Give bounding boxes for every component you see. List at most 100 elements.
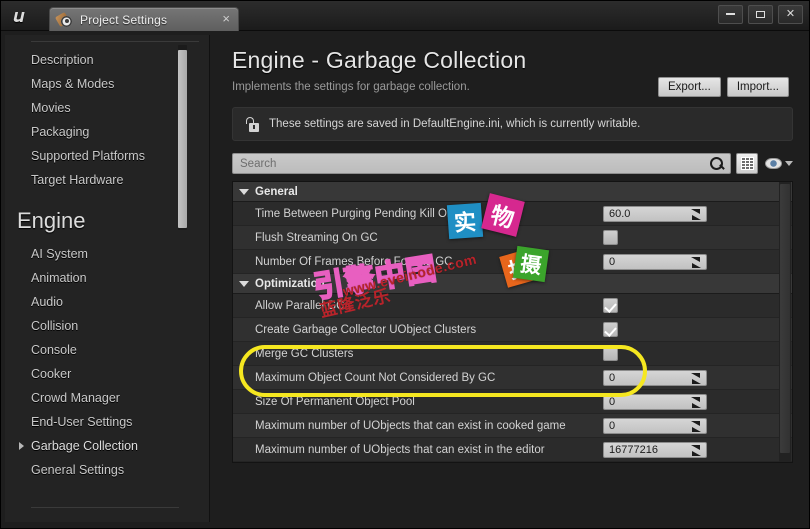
number-input[interactable]: 0	[603, 393, 707, 410]
sidebar-item-movies[interactable]: Movies	[31, 96, 201, 120]
search-input[interactable]	[233, 157, 709, 170]
property-value: 0	[603, 393, 792, 410]
property-label: Time Between Purging Pending Kill Object…	[255, 207, 478, 220]
tab-project-settings[interactable]: Project Settings ×	[49, 7, 239, 31]
title-bar: 𝒖 Project Settings × ✕	[1, 1, 809, 31]
tab-close-icon[interactable]: ×	[222, 12, 230, 26]
table-view-button[interactable]	[736, 153, 758, 174]
property-row: Number Of Frames Before Forcing GC 0	[233, 250, 792, 274]
checkbox[interactable]	[603, 346, 618, 361]
sidebar-item-supported-platforms[interactable]: Supported Platforms	[31, 144, 201, 168]
close-button[interactable]: ✕	[778, 5, 803, 24]
spinner-icon[interactable]	[691, 372, 701, 384]
number-input[interactable]: 0	[603, 417, 707, 434]
number-input[interactable]: 16777216	[603, 441, 707, 458]
view-options-button[interactable]	[765, 158, 793, 169]
sidebar-item-collision[interactable]: Collision	[31, 314, 201, 338]
property-row: Maximum number of UObjects that can exis…	[233, 414, 792, 438]
property-label: Maximum number of UObjects that can exis…	[255, 443, 545, 456]
search-box[interactable]	[232, 153, 731, 174]
number-input-value: 16777216	[609, 443, 658, 456]
spinner-icon[interactable]	[691, 396, 701, 408]
number-input[interactable]: 0	[603, 253, 707, 270]
sidebar-item-cooker[interactable]: Cooker	[31, 362, 201, 386]
properties-table: General Time Between Purging Pending Kill…	[232, 181, 793, 463]
spinner-icon[interactable]	[691, 208, 701, 220]
checkbox[interactable]	[603, 322, 618, 337]
properties-scrollbar-thumb[interactable]	[780, 184, 790, 453]
sidebar-scrollbar-thumb[interactable]	[178, 50, 187, 228]
sidebar-item-label: Supported Platforms	[31, 149, 145, 163]
spinner-icon[interactable]	[691, 256, 701, 268]
sidebar-item-label: Cooker	[31, 367, 72, 381]
sidebar-item-label: AI System	[31, 247, 88, 261]
sidebar-item-label: Movies	[31, 101, 71, 115]
sidebar-item-animation[interactable]: Animation	[31, 266, 201, 290]
sidebar-item-packaging[interactable]: Packaging	[31, 120, 201, 144]
header-buttons: Export... Import...	[657, 77, 789, 97]
section-header-label: Optimization	[255, 277, 325, 290]
number-input-value: 0	[609, 255, 616, 268]
sidebar-item-end-user-settings[interactable]: End-User Settings	[31, 410, 201, 434]
eye-icon	[765, 158, 782, 169]
collapse-triangle-icon	[239, 280, 249, 287]
export-button[interactable]: Export...	[657, 77, 721, 97]
property-label: Flush Streaming On GC	[255, 231, 378, 244]
number-input-value: 60.0	[609, 207, 631, 220]
number-input[interactable]: 60.0	[603, 205, 707, 222]
sidebar-item-ai-system[interactable]: AI System	[31, 242, 201, 266]
property-value	[603, 346, 792, 361]
page-title: Engine - Garbage Collection	[232, 47, 527, 73]
property-row: Maximum Object Count Not Considered By G…	[233, 366, 792, 390]
section-header-optimization[interactable]: Optimization	[233, 274, 792, 294]
properties-scrollbar[interactable]	[779, 182, 791, 462]
settings-content: Engine - Garbage Collection Implements t…	[210, 35, 805, 522]
settings-writable-notice: These settings are saved in DefaultEngin…	[232, 107, 793, 141]
section-header-general[interactable]: General	[233, 182, 792, 202]
sidebar-item-garbage-collection[interactable]: Garbage Collection	[19, 434, 201, 458]
sidebar-item-general-settings[interactable]: General Settings	[31, 458, 201, 482]
expand-caret-icon	[19, 442, 24, 450]
sidebar-item-label: Garbage Collection	[31, 439, 139, 453]
number-input-value: 0	[609, 395, 616, 408]
sidebar-scrollbar[interactable]	[178, 45, 187, 230]
sidebar-item-label: Crowd Manager	[31, 391, 120, 405]
sidebar-item-maps-modes[interactable]: Maps & Modes	[31, 72, 201, 96]
sidebar-item-crowd-manager[interactable]: Crowd Manager	[31, 386, 201, 410]
collapse-triangle-icon	[239, 188, 249, 195]
sidebar-item-target-hardware[interactable]: Target Hardware	[31, 168, 201, 192]
sidebar-item-label: Console	[31, 343, 77, 357]
sidebar-item-audio[interactable]: Audio	[31, 290, 201, 314]
sidebar-item-label: Collision	[31, 319, 79, 333]
sidebar-item-description[interactable]: Description	[31, 48, 201, 72]
checkbox[interactable]	[603, 298, 618, 313]
spinner-icon[interactable]	[691, 444, 701, 456]
unlocked-lock-icon	[245, 116, 259, 132]
property-value	[603, 230, 792, 245]
number-input[interactable]: 0	[603, 369, 707, 386]
property-value: 0	[603, 253, 792, 270]
import-button[interactable]: Import...	[726, 77, 789, 97]
property-value: 0	[603, 369, 792, 386]
window-body: Description Maps & Modes Movies Packaging Su…	[1, 31, 809, 528]
property-label: Allow Parallel GC	[255, 299, 345, 312]
chevron-down-icon	[785, 161, 793, 166]
property-label: Size Of Permanent Object Pool	[255, 395, 415, 408]
property-value: 0	[603, 417, 792, 434]
settings-sidebar: Description Maps & Modes Movies Packaging Su…	[5, 35, 210, 522]
minimize-button[interactable]	[718, 5, 743, 24]
spinner-icon[interactable]	[691, 420, 701, 432]
search-icon[interactable]	[709, 156, 725, 172]
maximize-button[interactable]	[748, 5, 773, 24]
sidebar-item-console[interactable]: Console	[31, 338, 201, 362]
checkbox[interactable]	[603, 230, 618, 245]
sidebar-item-label: Target Hardware	[31, 173, 124, 187]
sidebar-group-engine: Engine	[17, 208, 86, 233]
property-label: Maximum Object Count Not Considered By G…	[255, 371, 496, 384]
property-row: Merge GC Clusters	[233, 342, 792, 366]
property-row: Create Garbage Collector UObject Cluster…	[233, 318, 792, 342]
property-value: 16777216	[603, 441, 792, 458]
tab-label: Project Settings	[80, 12, 168, 27]
section-header-label: General	[255, 185, 298, 198]
property-label: Merge GC Clusters	[255, 347, 354, 360]
